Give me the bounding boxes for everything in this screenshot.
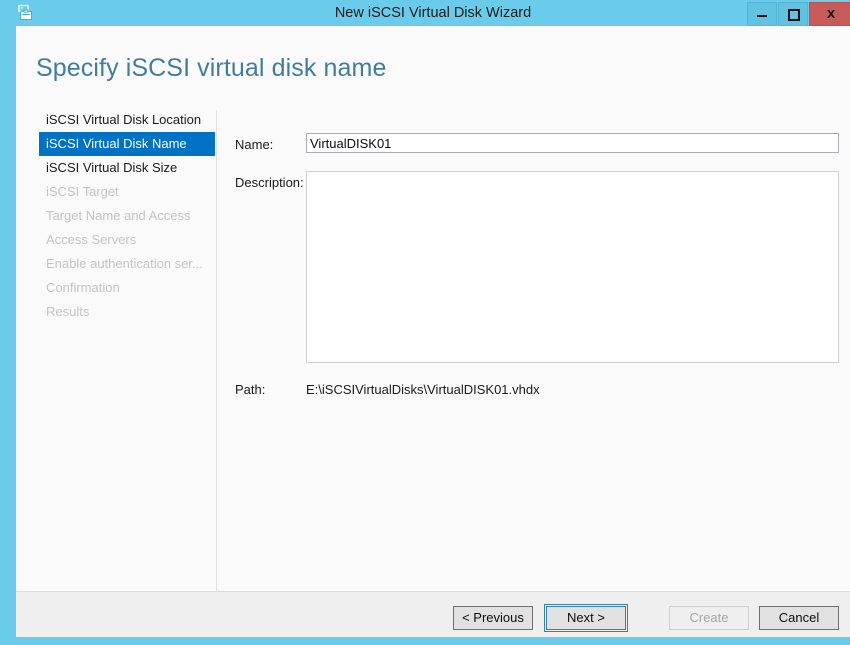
- description-input[interactable]: [306, 171, 839, 363]
- sidebar-item-enable-authentication: Enable authentication ser...: [46, 256, 203, 271]
- sidebar-item-iscsi-target: iSCSI Target: [46, 184, 119, 199]
- next-button[interactable]: Next >: [544, 604, 628, 632]
- name-label: Name:: [235, 137, 274, 152]
- description-label: Description:: [235, 175, 304, 190]
- maximize-icon: [788, 9, 800, 21]
- footer-bar: < Previous Next > Create Cancel: [16, 592, 850, 637]
- content-divider: [216, 110, 217, 592]
- close-button[interactable]: x: [809, 2, 850, 26]
- create-button: Create: [669, 606, 749, 630]
- path-label: Path:: [235, 382, 266, 397]
- title-bar: New iSCSI Virtual Disk Wizard x: [8, 0, 850, 26]
- cancel-button[interactable]: Cancel: [759, 606, 839, 630]
- wizard-content: Specify iSCSI virtual disk name iSCSI Vi…: [16, 26, 850, 637]
- sidebar-item-confirmation: Confirmation: [46, 280, 120, 295]
- window-controls: x: [746, 2, 850, 26]
- window-title: New iSCSI Virtual Disk Wizard: [334, 5, 532, 21]
- sidebar-item-access-servers: Access Servers: [46, 232, 137, 247]
- sidebar-item-target-name-and-access: Target Name and Access: [46, 208, 191, 223]
- sidebar-item-results: Results: [46, 304, 90, 319]
- sidebar-item-iscsi-virtual-disk-size[interactable]: iSCSI Virtual Disk Size: [31, 156, 216, 180]
- previous-button[interactable]: < Previous: [453, 606, 533, 630]
- close-icon: x: [826, 5, 836, 22]
- maximize-button[interactable]: [778, 2, 808, 26]
- sidebar-item-iscsi-virtual-disk-location[interactable]: iSCSI Virtual Disk Location: [31, 108, 216, 132]
- path-value: E:\iSCSIVirtualDisks\VirtualDISK01.vhdx: [306, 382, 540, 397]
- wizard-step-nav: iSCSI Virtual Disk Location iSCSI Virtua…: [31, 108, 216, 324]
- wizard-button-row: < Previous Next > Create Cancel: [443, 604, 839, 632]
- wizard-window: New iSCSI Virtual Disk Wizard x Specify …: [0, 0, 850, 645]
- sidebar-item-iscsi-virtual-disk-name[interactable]: iSCSI Virtual Disk Name: [39, 132, 215, 156]
- page-title: Specify iSCSI virtual disk name: [36, 54, 387, 82]
- minimize-icon: [757, 15, 767, 17]
- name-input[interactable]: [306, 133, 839, 153]
- minimize-button[interactable]: [747, 2, 777, 26]
